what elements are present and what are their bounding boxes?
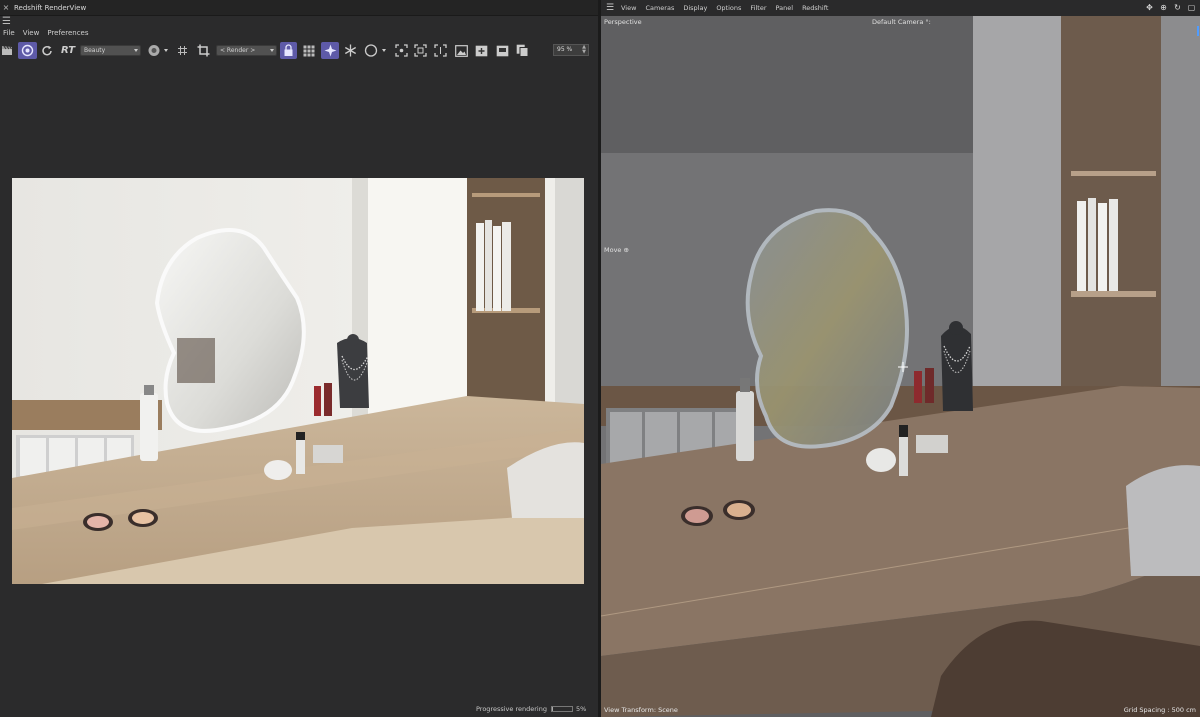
pan-icon[interactable]: ✥ [1145, 3, 1154, 12]
render-output-image [12, 178, 584, 584]
menu-redshift[interactable]: Redshift [802, 4, 828, 12]
camera-label-text: Default Camera [872, 18, 924, 26]
renderview-titlebar: × Redshift RenderView [0, 0, 598, 16]
tiles-icon[interactable] [301, 42, 317, 59]
zoom-input[interactable]: 95 % ▲ ▼ [553, 44, 589, 56]
move-tool-icon: ⊕ [623, 246, 629, 254]
viewport-menubar: ☰ View Cameras Display Options Filter Pa… [601, 0, 1200, 16]
focus-icon[interactable] [393, 42, 409, 59]
rt-toggle[interactable]: RT [58, 42, 78, 59]
grid-toggle-icon[interactable] [175, 42, 189, 59]
chevron-down-icon [270, 49, 274, 52]
menu-display[interactable]: Display [683, 4, 707, 12]
camera-dropdown-icon: °: [925, 18, 931, 26]
rotate-icon[interactable]: ↻ [1173, 3, 1182, 12]
zoom-value: 95 % [557, 46, 573, 53]
menu-preferences[interactable]: Preferences [47, 29, 88, 41]
projection-label: Perspective [604, 18, 642, 26]
render-status: Progressive rendering 5% [476, 705, 586, 713]
render-mode-dropdown-value: < Render > [220, 47, 256, 54]
lock-icon[interactable] [280, 42, 297, 59]
maximize-icon[interactable]: ▢ [1187, 3, 1196, 12]
grid-spacing-label: Grid Spacing : 500 cm [1123, 706, 1196, 714]
crop-icon[interactable] [195, 42, 211, 59]
close-icon[interactable]: × [0, 3, 12, 12]
menu-file[interactable]: File [3, 29, 15, 41]
hamburger-menu-icon[interactable]: ☰ [603, 3, 617, 13]
menu-cameras[interactable]: Cameras [645, 4, 674, 12]
start-render-icon[interactable] [18, 42, 37, 59]
tool-label-text: Move [604, 246, 622, 254]
move-icon[interactable]: ⊕ [1159, 3, 1168, 12]
window-title: Redshift RenderView [14, 3, 87, 12]
status-label: Progressive rendering [476, 705, 547, 713]
viewport-navigation: ✥ ⊕ ↻ ▢ [1145, 3, 1196, 12]
display-options-icon[interactable] [146, 42, 170, 59]
save-snapshot-icon[interactable] [494, 42, 510, 59]
viewport-panel: ☰ View Cameras Display Options Filter Pa… [601, 0, 1200, 717]
aov-dropdown-value: Beauty [84, 47, 106, 54]
fit-view-icon[interactable] [412, 42, 428, 59]
region-select-icon[interactable] [363, 42, 389, 59]
progress-bar [550, 706, 573, 712]
tool-label: Move ⊕ [604, 246, 629, 254]
add-snapshot-icon[interactable] [473, 42, 489, 59]
render-mode-dropdown[interactable]: < Render > [216, 45, 277, 56]
renderview-toolbar: RT Beauty < Render > [0, 42, 598, 60]
progress-percent: 5% [575, 705, 587, 713]
renderview-menubar: File View Preferences [0, 29, 89, 41]
picture-icon[interactable] [453, 42, 469, 59]
menu-options[interactable]: Options [716, 4, 741, 12]
chevron-down-icon [134, 49, 138, 52]
menu-view[interactable]: View [621, 4, 636, 12]
ipr-snapshot-icon[interactable] [321, 42, 339, 59]
copy-icon[interactable] [514, 42, 530, 59]
spinner-icon[interactable]: ▲ ▼ [582, 45, 586, 55]
viewport-menu: View Cameras Display Options Filter Pane… [621, 4, 828, 12]
menu-view[interactable]: View [23, 29, 40, 41]
menu-filter[interactable]: Filter [750, 4, 766, 12]
progress-fill [551, 707, 553, 711]
redshift-renderview-panel: × Redshift RenderView ☰ File View Prefer… [0, 0, 598, 717]
menu-panel[interactable]: Panel [776, 4, 794, 12]
camera-label[interactable]: Default Camera °: [872, 18, 931, 26]
aov-dropdown[interactable]: Beauty [80, 45, 141, 56]
refresh-icon[interactable] [40, 42, 54, 59]
viewport-scene[interactable]: Perspective Default Camera °: Move ⊕ [601, 16, 1200, 717]
view-transform-label: View Transform: Scene [604, 706, 678, 714]
clapper-icon[interactable] [0, 42, 14, 59]
hamburger-menu-icon[interactable]: ☰ [2, 17, 11, 27]
compare-icon[interactable] [432, 42, 448, 59]
snowflake-icon[interactable] [342, 42, 358, 59]
